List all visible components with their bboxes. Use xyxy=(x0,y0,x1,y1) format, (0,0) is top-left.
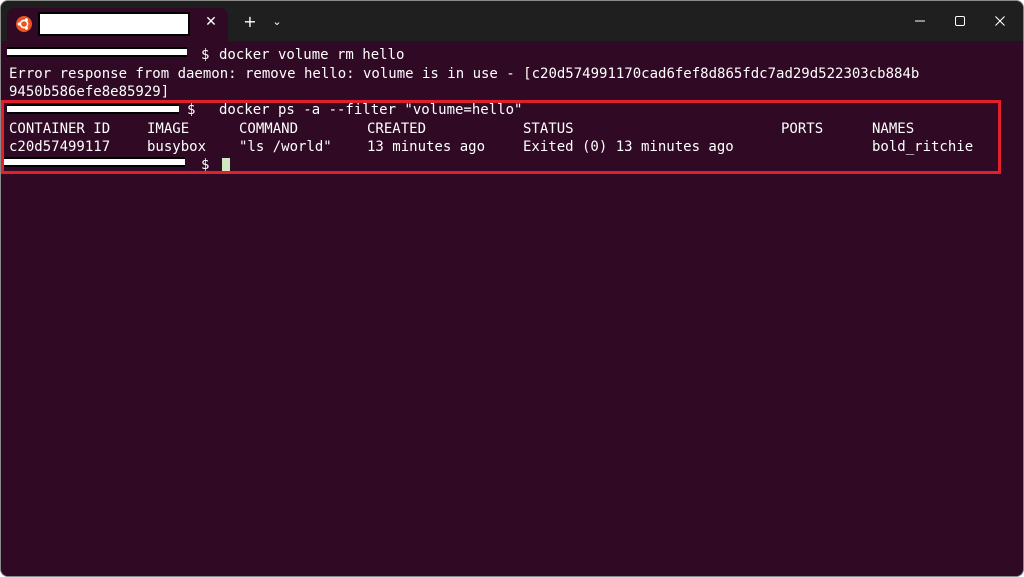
command-text: docker volume rm hello xyxy=(219,47,405,63)
table-header-container-id: CONTAINER ID xyxy=(9,121,111,137)
new-tab-button[interactable]: + xyxy=(241,11,259,33)
chevron-down-icon[interactable]: ⌄ xyxy=(269,11,285,33)
text-cursor xyxy=(222,158,230,173)
table-cell-names: bold_ritchie xyxy=(872,139,974,155)
table-cell-container-id: c20d57499117 xyxy=(9,139,111,155)
table-header-ports: PORTS xyxy=(781,121,824,137)
table-header-created: CREATED xyxy=(367,121,427,137)
terminal-window: ✕ + ⌄ $ docker volume rm hello Error res… xyxy=(0,0,1024,577)
table-header-image: IMAGE xyxy=(147,121,190,137)
close-icon[interactable] xyxy=(977,1,1023,41)
table-cell-image: busybox xyxy=(147,139,207,155)
table-cell-command: "ls /world" xyxy=(239,139,332,155)
table-cell-created: 13 minutes ago xyxy=(367,139,486,155)
table-cell-status: Exited (0) 13 minutes ago xyxy=(523,139,734,155)
prompt-symbol: $ xyxy=(187,102,196,118)
command-text: docker ps -a --filter "volume=hello" xyxy=(219,102,523,118)
prompt-symbol: $ xyxy=(201,47,210,63)
ubuntu-icon xyxy=(16,16,32,32)
redacted-prompt xyxy=(7,104,179,114)
redacted-prompt xyxy=(3,157,185,167)
error-line: Error response from daemon: remove hello… xyxy=(9,66,920,82)
table-header-command: COMMAND xyxy=(239,121,299,137)
error-line-continued: 9450b586efe8e85929] xyxy=(9,84,170,100)
close-tab-icon[interactable]: ✕ xyxy=(203,13,219,31)
title-bar[interactable]: ✕ + ⌄ xyxy=(1,1,1023,41)
table-header-names: NAMES xyxy=(872,121,915,137)
tab-title-redacted[interactable] xyxy=(38,12,190,36)
redacted-prompt xyxy=(7,47,187,57)
tab-ubuntu[interactable]: ✕ xyxy=(7,8,228,41)
table-header-status: STATUS xyxy=(523,121,574,137)
terminal-output[interactable]: $ docker volume rm hello Error response … xyxy=(1,41,1023,576)
prompt-symbol: $ xyxy=(201,157,210,173)
